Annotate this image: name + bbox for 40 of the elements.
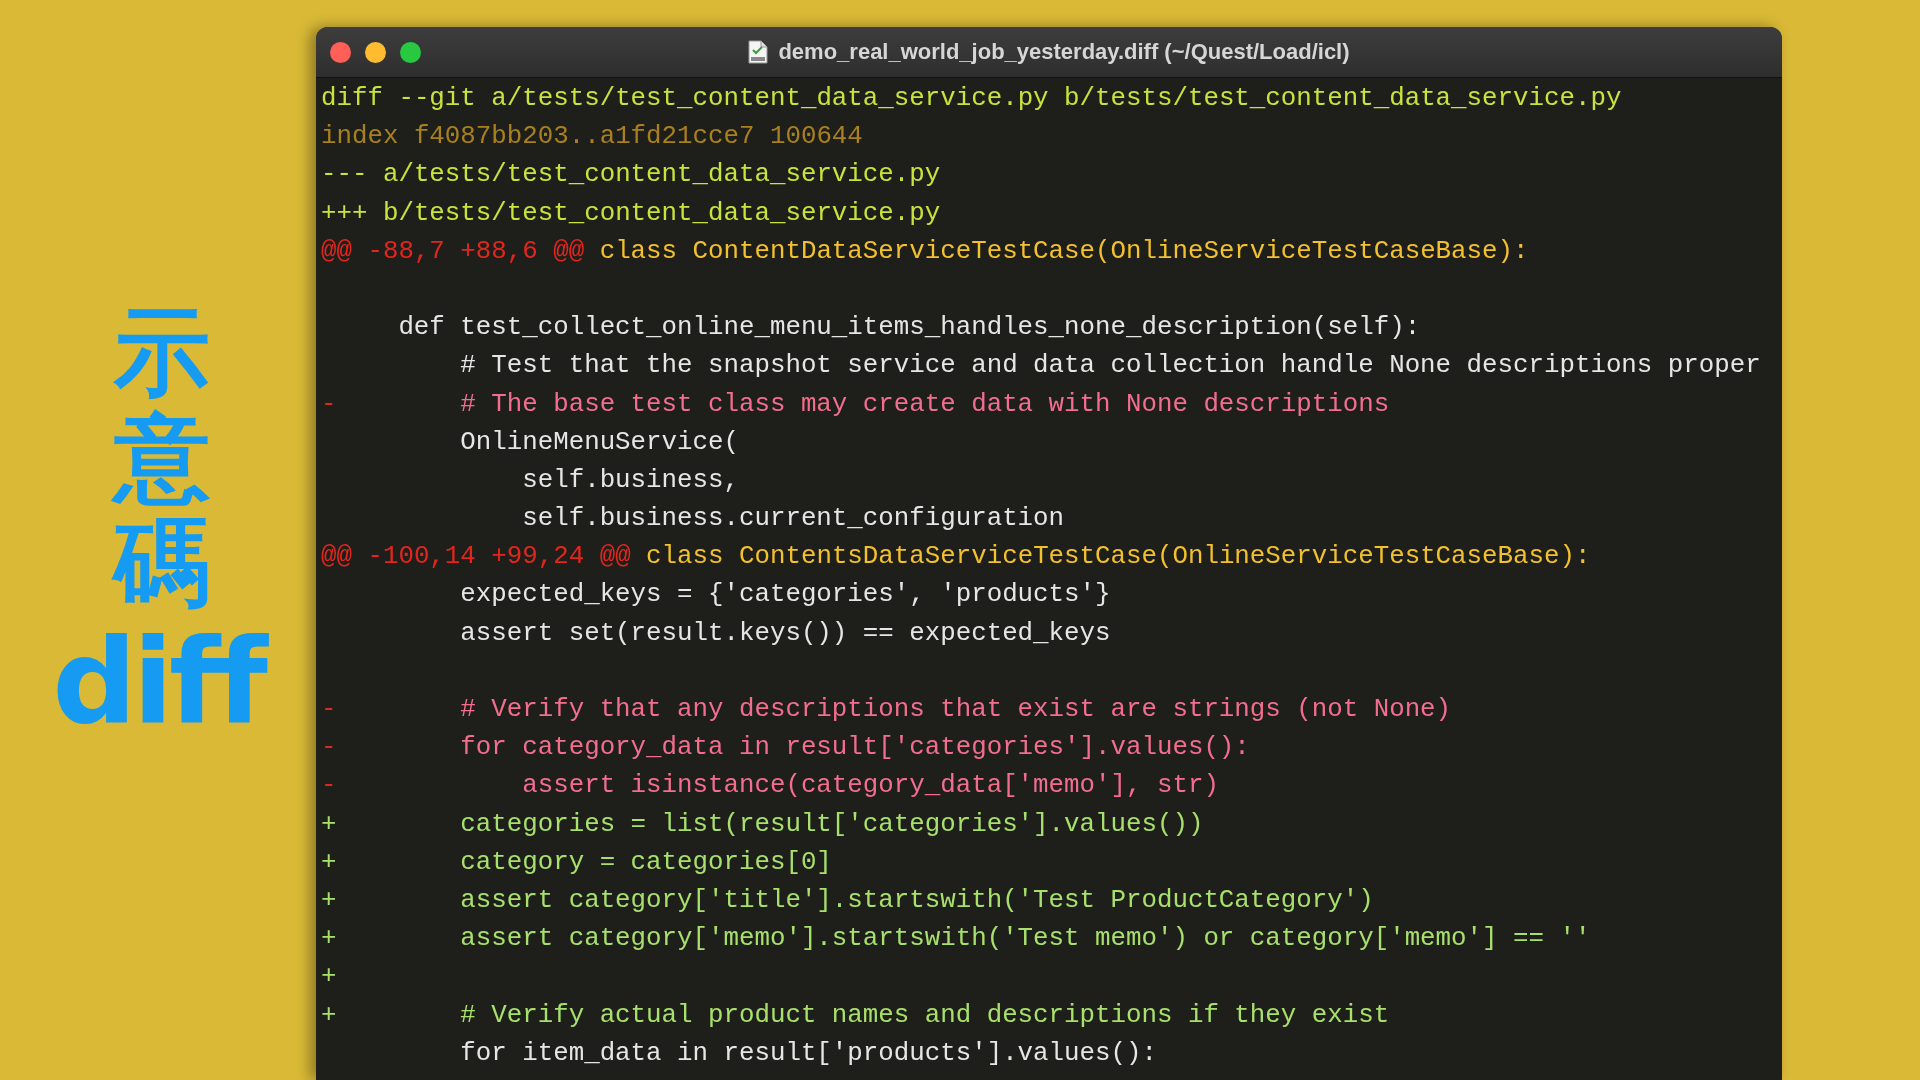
code-line: # Verify that any descriptions that exist are strings (not None) bbox=[459, 695, 1452, 724]
hunk-header: class ContentsDataServiceTestCase(OnlineServiceTestCaseBase): bbox=[646, 542, 1591, 572]
code-line: # Test that the snapshot service and data collection handle None descriptions proper bbox=[459, 351, 1761, 381]
code-line: def test_collect_online_menu_items_handles_none_description(self): bbox=[397, 313, 1421, 343]
diff-sign: + bbox=[321, 923, 337, 956]
code-line: self.business, bbox=[521, 465, 739, 495]
diff-sign: + bbox=[321, 884, 337, 917]
code-line: for item_data in result['products'].values(): bbox=[459, 1038, 1157, 1068]
code-line: category = categories[0] bbox=[459, 847, 832, 877]
index-line: index f4087bb203..a1fd21cce7 100644 bbox=[321, 122, 863, 152]
diff-sign: - bbox=[321, 770, 337, 803]
code-line: assert set(result.keys()) == expected_keys bbox=[459, 618, 1111, 648]
code-line: self.business.current_configuration bbox=[521, 504, 1065, 534]
window-title: demo_real_world_job_yesterday.diff (~/Quest/Load/icl) bbox=[778, 39, 1350, 65]
diff-sign: + bbox=[321, 808, 337, 841]
file-header-line: diff --git a/tests/test_content_data_service.py b/tests/test_content_data_service.py bbox=[321, 84, 1622, 113]
code-line: categories = list(result['categories'].values()) bbox=[459, 809, 1204, 839]
diff-sign: + bbox=[321, 961, 337, 994]
hunk-range: @@ -88,7 +88,6 @@ bbox=[321, 236, 585, 266]
diff-sign: - bbox=[321, 388, 337, 421]
code-line: assert isinstance(category_data['memo'], str) bbox=[521, 771, 1219, 801]
document-icon bbox=[748, 40, 769, 64]
diff-sign: - bbox=[321, 694, 337, 726]
file-header-line: +++ b/tests/test_content_data_service.py bbox=[321, 198, 941, 228]
code-line: # The base test class may create data with None descriptions bbox=[459, 389, 1390, 419]
code-line: for category_data in result['categories'].values(): bbox=[459, 733, 1250, 763]
code-line: expected_keys = {'categories', 'products'} bbox=[459, 580, 1111, 610]
code-line: assert category['memo'].startswith('Test memo') or category['memo'] == '' bbox=[459, 924, 1591, 954]
zoom-button[interactable] bbox=[400, 41, 421, 63]
diff-sign: + bbox=[321, 999, 337, 1032]
code-line: OnlineMenuService( bbox=[459, 427, 739, 457]
hunk-range: @@ -100,14 +99,24 @@ bbox=[321, 542, 631, 572]
file-header-line: --- a/tests/test_content_data_service.py bbox=[321, 160, 941, 190]
diff-sign: + bbox=[321, 846, 337, 879]
diff-sign: - bbox=[321, 732, 337, 765]
code-line: # Verify actual product names and descriptions if they exist bbox=[459, 1000, 1390, 1030]
minimize-button[interactable] bbox=[365, 41, 386, 63]
hunk-header: class ContentDataServiceTestCase(OnlineServiceTestCaseBase): bbox=[599, 236, 1529, 266]
close-button[interactable] bbox=[330, 41, 351, 63]
code-line: assert category['title'].startswith('Test ProductCategory') bbox=[459, 885, 1374, 915]
